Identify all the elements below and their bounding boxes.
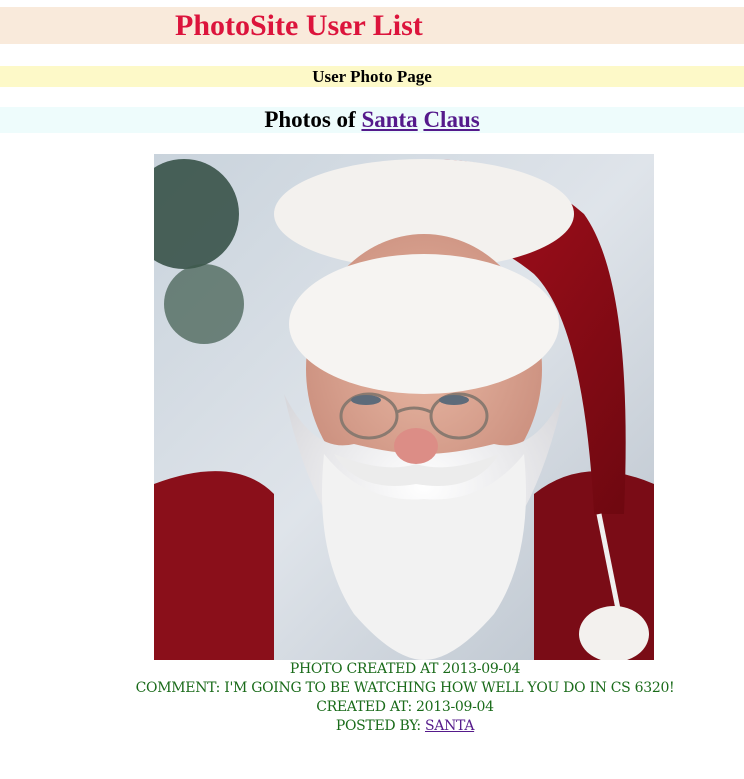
photo-details: Photo created at 2013-09-04 Comment: I'm…	[0, 660, 744, 736]
photos-heading-prefix: Photos of	[264, 107, 356, 132]
posted-by-line: Posted by: Santa	[0, 717, 744, 736]
comment-label: Comment:	[135, 680, 221, 696]
comment-created-date: 2013-09-04	[416, 699, 494, 715]
photo-created-label: Photo created at	[289, 661, 439, 677]
photos-heading: Photos of Santa Claus	[0, 107, 744, 133]
photos-heading-banner: Photos of Santa Claus	[0, 107, 744, 133]
photo-created-line: Photo created at 2013-09-04	[0, 660, 744, 679]
page-subtitle: User Photo Page	[312, 67, 432, 86]
site-title: PhotoSite User List	[175, 9, 423, 42]
site-header: PhotoSite User List	[0, 7, 744, 44]
posted-by-label: Posted by:	[335, 718, 421, 734]
subtitle-banner: User Photo Page	[0, 66, 744, 87]
comment-text: I'm going to be watching how well you do…	[224, 680, 675, 696]
comment-line: Comment: I'm going to be watching how we…	[0, 679, 744, 698]
comment-created-label: Created at:	[316, 699, 412, 715]
user-last-name-link[interactable]: Claus	[423, 107, 479, 132]
user-first-name-link[interactable]: Santa	[361, 107, 417, 132]
comment-created-line: Created at: 2013-09-04	[0, 698, 744, 717]
posted-by-user-link[interactable]: Santa	[425, 718, 474, 734]
user-photo	[154, 154, 654, 660]
photo-created-date: 2013-09-04	[442, 661, 521, 677]
